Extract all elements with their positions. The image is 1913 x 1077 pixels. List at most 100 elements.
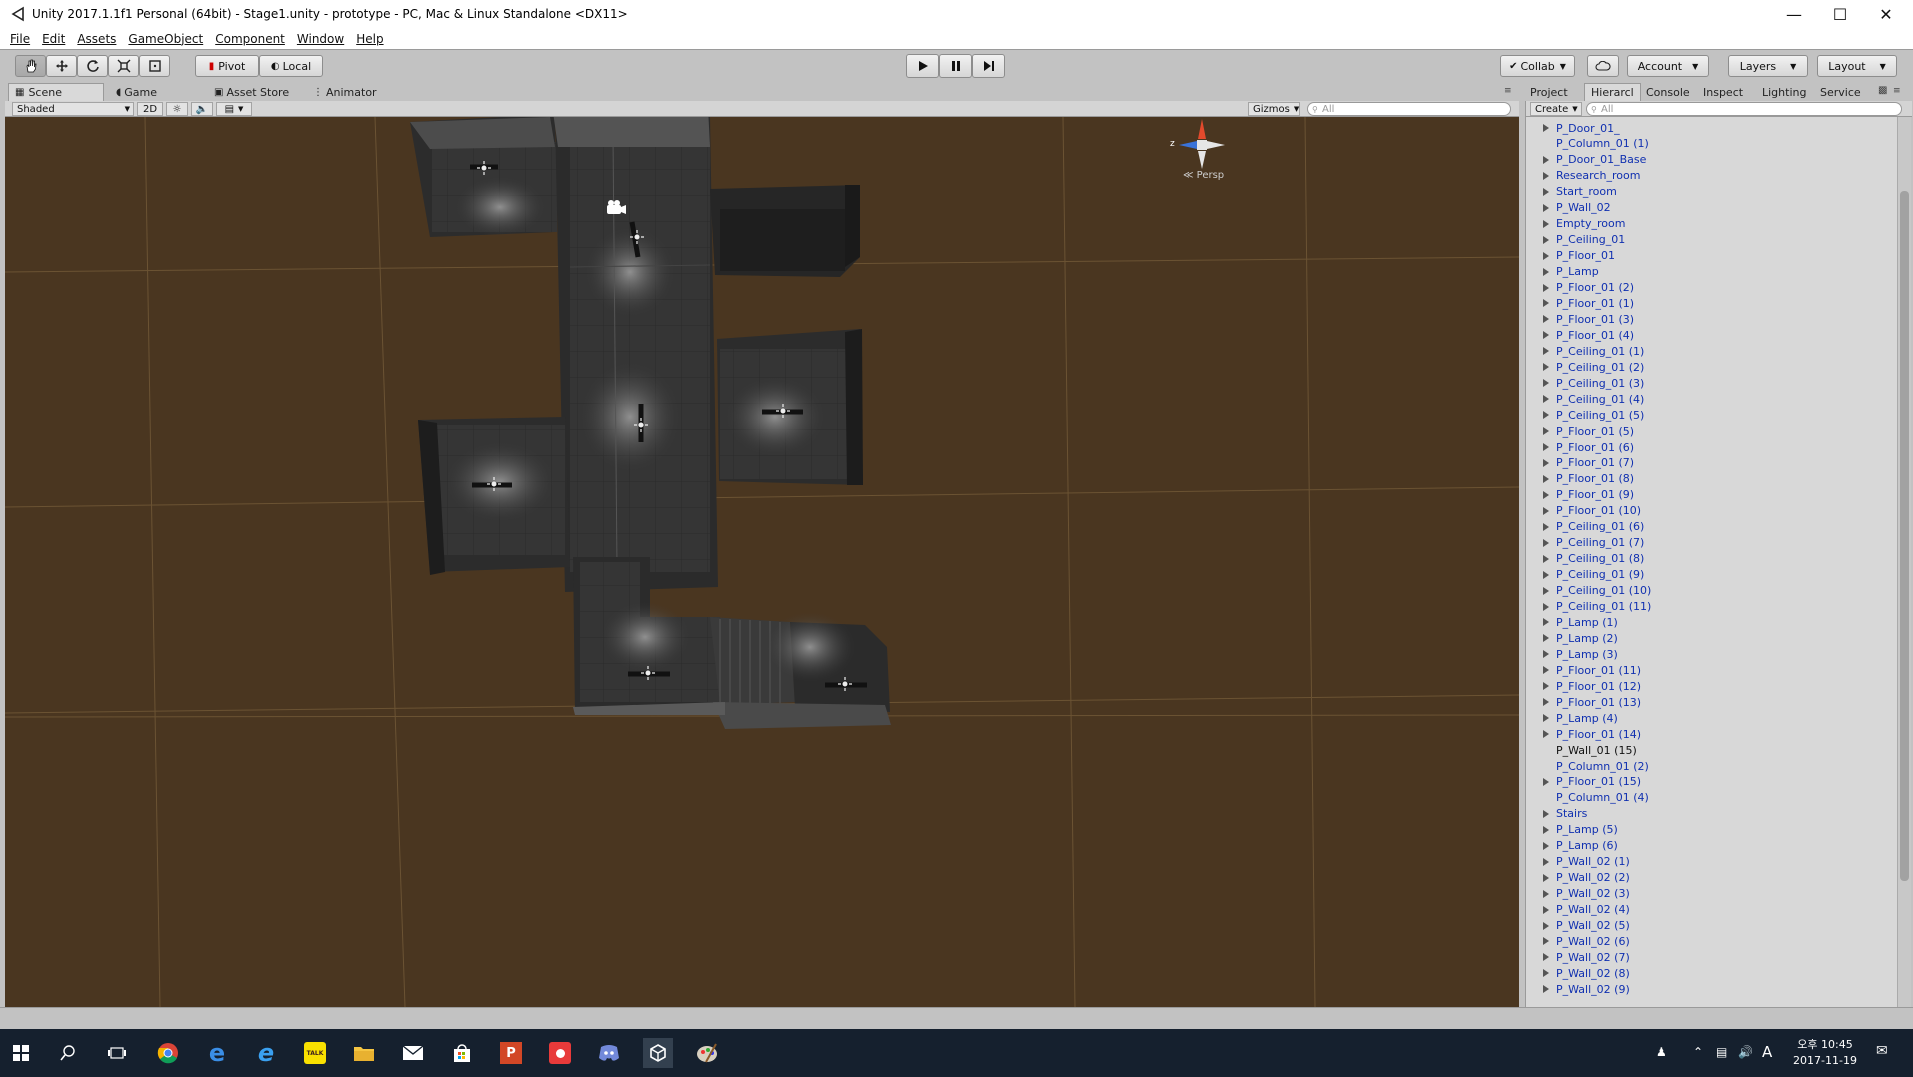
powerpoint-taskbar-button[interactable]: P: [496, 1038, 526, 1068]
hierarchy-item[interactable]: P_Ceiling_01 (1): [1526, 343, 1896, 359]
menu-window[interactable]: Window: [297, 32, 344, 46]
expand-arrow-icon[interactable]: [1543, 714, 1549, 723]
hierarchy-item[interactable]: P_Ceiling_01 (3): [1526, 375, 1896, 391]
hierarchy-item[interactable]: P_Ceiling_01 (4): [1526, 391, 1896, 407]
expand-arrow-icon[interactable]: [1543, 187, 1549, 196]
panel-menu-icon[interactable]: ≡: [1893, 86, 1901, 96]
hierarchy-item[interactable]: P_Floor_01: [1526, 248, 1896, 264]
hierarchy-item[interactable]: P_Wall_02 (1): [1526, 854, 1896, 870]
mail-taskbar-button[interactable]: [398, 1038, 428, 1068]
hierarchy-item[interactable]: P_Ceiling_01 (6): [1526, 519, 1896, 535]
hierarchy-item[interactable]: P_Wall_02 (8): [1526, 965, 1896, 981]
tab-project[interactable]: Project: [1524, 83, 1574, 101]
expand-arrow-icon[interactable]: [1543, 825, 1549, 834]
hierarchy-item[interactable]: P_Floor_01 (11): [1526, 662, 1896, 678]
maximize-button[interactable]: ☐: [1817, 0, 1863, 28]
ime-indicator[interactable]: A: [1762, 1043, 1772, 1061]
hierarchy-item[interactable]: P_Lamp (5): [1526, 822, 1896, 838]
tab-services[interactable]: Service: [1814, 83, 1867, 101]
expand-arrow-icon[interactable]: [1543, 666, 1549, 675]
menu-help[interactable]: Help: [356, 32, 383, 46]
tab-scene[interactable]: ▦ Scene: [8, 83, 104, 101]
empty-room[interactable]: [710, 185, 860, 277]
hierarchy-item[interactable]: P_Floor_01 (7): [1526, 455, 1896, 471]
unity-taskbar-button[interactable]: [643, 1038, 673, 1068]
rect-tool-button[interactable]: [139, 55, 170, 77]
hierarchy-item[interactable]: P_Lamp (2): [1526, 630, 1896, 646]
hierarchy-item[interactable]: P_Floor_01 (1): [1526, 295, 1896, 311]
expand-arrow-icon[interactable]: [1543, 458, 1549, 467]
expand-arrow-icon[interactable]: [1543, 889, 1549, 898]
hierarchy-item[interactable]: P_Wall_02 (3): [1526, 886, 1896, 902]
hierarchy-item[interactable]: P_Floor_01 (15): [1526, 774, 1896, 790]
expand-arrow-icon[interactable]: [1543, 730, 1549, 739]
audio-toggle[interactable]: 🔈: [191, 102, 213, 116]
move-tool-button[interactable]: [46, 55, 77, 77]
hierarchy-item[interactable]: P_Wall_02 (7): [1526, 949, 1896, 965]
expand-arrow-icon[interactable]: [1543, 506, 1549, 515]
expand-arrow-icon[interactable]: [1543, 650, 1549, 659]
account-dropdown[interactable]: Account ▼: [1627, 55, 1709, 77]
expand-arrow-icon[interactable]: [1543, 841, 1549, 850]
hierarchy-item[interactable]: P_Wall_02 (6): [1526, 933, 1896, 949]
lock-icon[interactable]: ▩: [1878, 85, 1887, 96]
expand-arrow-icon[interactable]: [1543, 953, 1549, 962]
hierarchy-item[interactable]: P_Lamp (1): [1526, 614, 1896, 630]
expand-arrow-icon[interactable]: [1543, 777, 1549, 786]
hierarchy-item[interactable]: P_Floor_01 (9): [1526, 487, 1896, 503]
menu-gameobject[interactable]: GameObject: [128, 32, 203, 46]
people-icon[interactable]: ♟: [1656, 1045, 1667, 1059]
expand-arrow-icon[interactable]: [1543, 267, 1549, 276]
hierarchy-item[interactable]: P_Ceiling_01 (9): [1526, 567, 1896, 583]
hierarchy-item[interactable]: P_Wall_01 (15): [1526, 742, 1896, 758]
expand-arrow-icon[interactable]: [1543, 905, 1549, 914]
expand-arrow-icon[interactable]: [1543, 331, 1549, 340]
expand-arrow-icon[interactable]: [1543, 538, 1549, 547]
research-room[interactable]: [717, 329, 863, 485]
notification-icon[interactable]: ✉: [1876, 1043, 1888, 1059]
tab-asset-store[interactable]: ▣ Asset Store: [208, 83, 295, 101]
tab-console[interactable]: Console: [1640, 83, 1696, 101]
layout-dropdown[interactable]: Layout ▼: [1817, 55, 1897, 77]
hierarchy-item[interactable]: P_Wall_02 (9): [1526, 981, 1896, 997]
hierarchy-item[interactable]: P_Floor_01 (3): [1526, 311, 1896, 327]
main-corridor[interactable]: [553, 117, 718, 592]
hierarchy-item[interactable]: P_Lamp: [1526, 264, 1896, 280]
layers-dropdown[interactable]: Layers ▼: [1728, 55, 1808, 77]
scale-tool-button[interactable]: [108, 55, 139, 77]
task-view-button[interactable]: [102, 1038, 132, 1068]
lighting-toggle[interactable]: ☼: [166, 102, 188, 116]
effects-dropdown[interactable]: ▤ ▼: [216, 102, 252, 116]
hierarchy-item[interactable]: P_Wall_02 (4): [1526, 902, 1896, 918]
kakaotalk-taskbar-button[interactable]: TALK: [300, 1038, 330, 1068]
hierarchy-item[interactable]: Stairs: [1526, 806, 1896, 822]
hierarchy-item[interactable]: P_Ceiling_01 (11): [1526, 599, 1896, 615]
ie-taskbar-button[interactable]: e: [251, 1038, 281, 1068]
edge-taskbar-button[interactable]: e: [202, 1038, 232, 1068]
gizmos-dropdown[interactable]: Gizmos ▼: [1248, 102, 1300, 116]
hierarchy-item[interactable]: P_Column_01 (4): [1526, 790, 1896, 806]
rotate-tool-button[interactable]: [77, 55, 108, 77]
expand-arrow-icon[interactable]: [1543, 985, 1549, 994]
clock[interactable]: 오후 10:45 2017-11-19: [1790, 1036, 1860, 1067]
expand-arrow-icon[interactable]: [1543, 682, 1549, 691]
expand-arrow-icon[interactable]: [1543, 315, 1549, 324]
network-icon[interactable]: ▤: [1716, 1045, 1727, 1059]
tab-animator[interactable]: ⋮ Animator: [307, 83, 383, 101]
discord-taskbar-button[interactable]: [594, 1038, 624, 1068]
expand-arrow-icon[interactable]: [1543, 347, 1549, 356]
tab-hierarchy[interactable]: Hierarcl: [1584, 83, 1641, 101]
hierarchy-item[interactable]: P_Wall_02: [1526, 200, 1896, 216]
start-button[interactable]: [6, 1038, 36, 1068]
scrollbar-thumb[interactable]: [1900, 191, 1909, 881]
tray-chevron-up-icon[interactable]: ⌃: [1693, 1045, 1703, 1059]
hierarchy-item[interactable]: P_Ceiling_01 (10): [1526, 583, 1896, 599]
hierarchy-item[interactable]: P_Floor_01 (10): [1526, 503, 1896, 519]
expand-arrow-icon[interactable]: [1543, 969, 1549, 978]
minimize-button[interactable]: —: [1771, 0, 1817, 28]
hierarchy-item[interactable]: P_Lamp (6): [1526, 838, 1896, 854]
hierarchy-search-input[interactable]: ⚲ All: [1586, 102, 1902, 116]
pause-button[interactable]: [939, 54, 972, 78]
hierarchy-item[interactable]: P_Lamp (3): [1526, 646, 1896, 662]
media-player-taskbar-button[interactable]: [545, 1038, 575, 1068]
